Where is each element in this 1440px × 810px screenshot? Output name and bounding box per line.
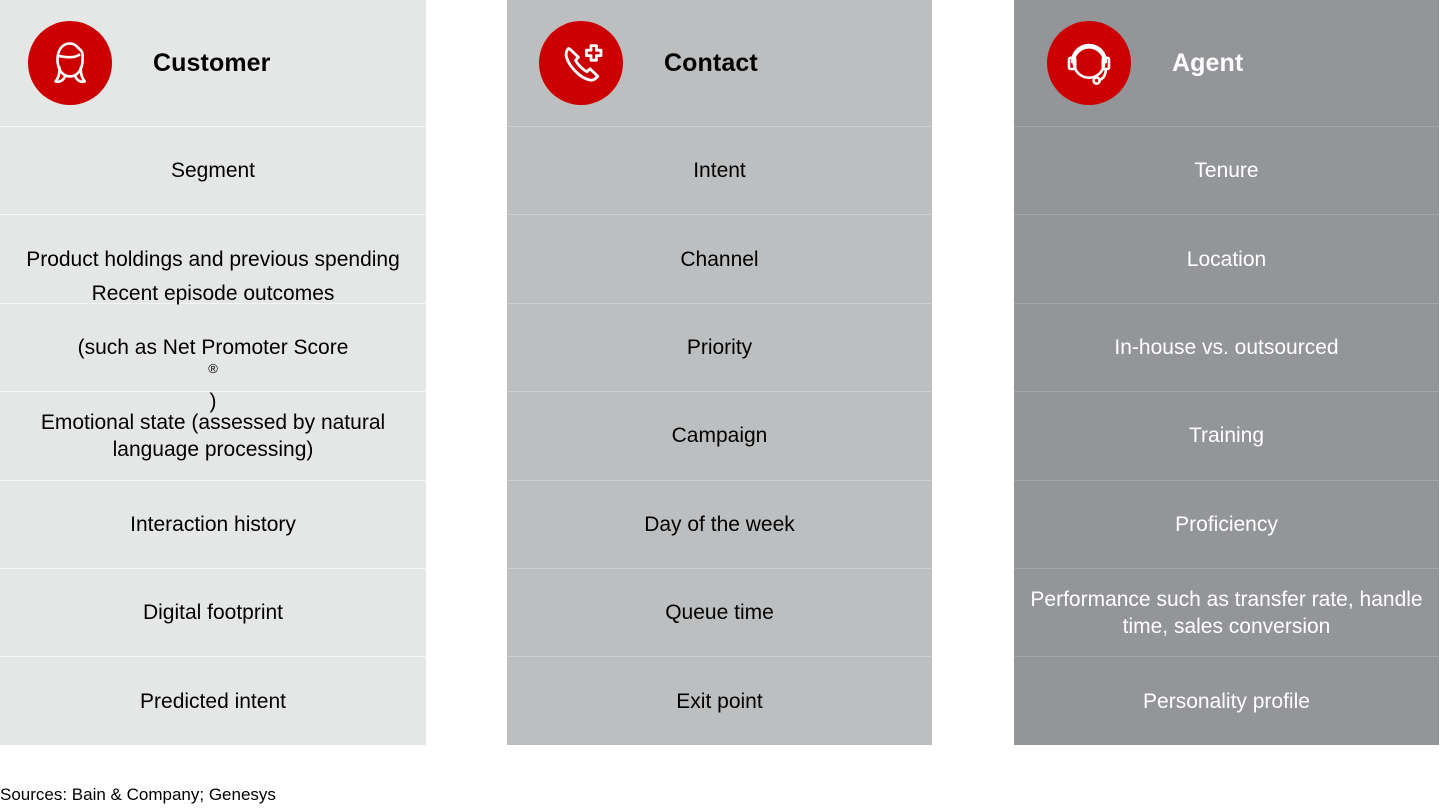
attribute-label: Campaign [671,424,768,448]
attribute-row: Personality profile [1014,656,1439,744]
attribute-row: Exit point [507,656,932,744]
attribute-row: Tenure [1014,126,1439,214]
attribute-label: Segment [170,159,256,183]
attribute-row: Digital footprint [0,567,426,656]
registered-mark: ® [208,360,218,376]
attribute-row: Campaign [507,391,932,479]
column-title-agent: Agent [1172,48,1244,77]
attribute-row: Segment [0,126,426,214]
attribute-label: Predicted intent [140,689,286,713]
attribute-label: Location [1186,247,1267,271]
attribute-label: Channel [680,247,759,271]
attribute-label: Training [1188,424,1265,448]
attribute-label-line1: Recent episode outcomes [91,281,335,305]
attribute-label: Emotional state (assessed by natural lan… [40,410,386,461]
attribute-label: Priority [686,335,753,359]
attribute-row: In-house vs. outsourced [1014,302,1439,391]
attribute-label: Proficiency [1175,512,1278,536]
column-title-contact: Contact [664,48,758,77]
attribute-row: Proficiency [1014,479,1439,568]
attribute-label: Digital footprint [142,601,284,625]
attribute-row: Priority [507,302,932,391]
attribute-row: Predicted intent [0,656,426,744]
headset-icon [1047,21,1131,105]
attribute-label: Performance such as transfer rate, handl… [1030,587,1423,638]
attribute-row: Channel [507,214,932,302]
column-contact: Contact Intent Channel Priority Campaign… [507,0,932,745]
attribute-label: Personality profile [1143,689,1310,713]
attribute-label: Product holdings and previous spending [26,247,400,271]
attribute-label: Intent [693,159,746,183]
category-columns: Customer Segment Product holdings and pr… [0,0,1440,745]
attribute-row: Training [1014,391,1439,479]
attribute-label: Tenure [1194,159,1259,183]
infographic-canvas: Customer Segment Product holdings and pr… [0,0,1440,810]
attribute-row: Emotional state (assessed by natural lan… [0,391,426,479]
column-header-agent: Agent [1014,0,1439,126]
attribute-label: Interaction history [130,512,296,536]
attribute-row: Performance such as transfer rate, handl… [1014,567,1439,656]
attribute-row: Interaction history [0,479,426,568]
attribute-label: In-house vs. outsourced [1114,335,1339,359]
attribute-row: Location [1014,214,1439,302]
attribute-label: Day of the week [644,512,795,536]
attribute-label: Exit point [676,689,763,713]
attribute-row: Intent [507,126,932,214]
attribute-label-line2-pre: (such as Net Promoter Score [77,335,349,359]
column-agent: Agent Tenure Location In-house vs. outso… [1014,0,1439,745]
attribute-label: Queue time [665,601,774,625]
phone-plus-icon [539,21,623,105]
attribute-row: Queue time [507,567,932,656]
column-title-customer: Customer [153,48,271,77]
sources-note: Sources: Bain & Company; Genesys [0,785,276,804]
column-header-contact: Contact [507,0,932,126]
customer-head-icon [28,21,112,105]
attribute-row: Day of the week [507,479,932,568]
column-header-customer: Customer [0,0,426,126]
attribute-row: Recent episode outcomes (such as Net Prom… [0,282,426,413]
column-customer: Customer Segment Product holdings and pr… [0,0,426,745]
